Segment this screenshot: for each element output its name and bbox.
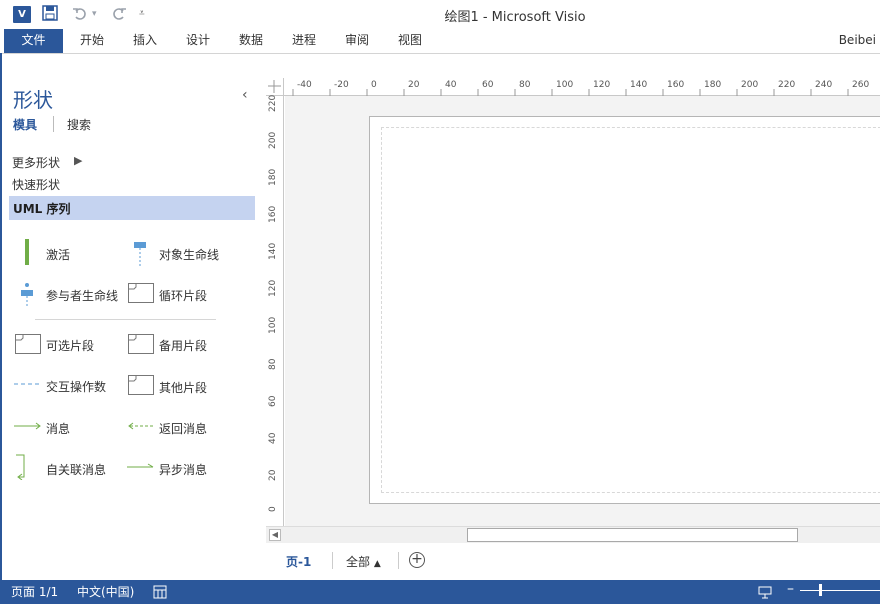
self-message-icon xyxy=(16,454,25,480)
zoom-out-icon[interactable]: – xyxy=(787,581,794,597)
ruler-tick-label: 180 xyxy=(268,168,278,186)
tab-stencils[interactable]: 模具 xyxy=(13,116,37,133)
shapes-pane-title: 形状 xyxy=(13,88,53,112)
ruler-tick-label: 120 xyxy=(268,279,278,297)
all-pages-label: 全部 xyxy=(346,555,371,569)
page-tab-divider xyxy=(398,552,399,569)
shape-label: 备用片段 xyxy=(159,339,208,353)
ruler-tick-label: 220 xyxy=(268,94,278,112)
quick-shapes-item[interactable]: 快速形状 xyxy=(12,176,60,193)
tab-page-1[interactable]: 页-1 xyxy=(286,553,311,570)
shape-divider xyxy=(35,319,216,320)
ruler-ticks xyxy=(292,89,849,96)
ruler-tick-label: 200 xyxy=(268,131,278,149)
alternative-fragment-icon xyxy=(128,334,154,354)
ruler-tick-label: 80 xyxy=(268,358,278,370)
page-indicator[interactable]: 页面 1/1 xyxy=(11,583,58,600)
vertical-ruler: 220 200 180 160 140 120 100 80 60 40 20 … xyxy=(266,94,284,526)
collapse-pane-icon[interactable]: ‹ xyxy=(242,87,248,103)
ruler-tick-label: 160 xyxy=(268,205,278,223)
tab-design[interactable]: 设计 xyxy=(186,29,210,53)
pane-tab-divider xyxy=(53,116,54,132)
activation-icon xyxy=(25,239,29,265)
horizontal-ruler: -40 -20 0 20 40 60 80 100 120 140 160 18… xyxy=(266,78,880,96)
language-indicator[interactable]: 中文(中国) xyxy=(77,583,134,600)
zoom-slider[interactable] xyxy=(800,590,880,591)
ruler-tick-label: 140 xyxy=(268,242,278,260)
tab-process[interactable]: 进程 xyxy=(292,29,316,53)
shape-label: 激活 xyxy=(46,248,71,262)
shape-label: 循环片段 xyxy=(159,289,208,303)
page-tabs-bar: 页-1 全部 ▲ + xyxy=(266,543,880,580)
stencil-uml-sequence[interactable]: UML 序列 xyxy=(9,196,255,220)
tab-file[interactable]: 文件 xyxy=(4,29,63,53)
async-message-icon xyxy=(127,463,154,468)
message-arrow-icon xyxy=(14,422,41,430)
zoom-slider-thumb[interactable] xyxy=(819,584,822,596)
tab-insert[interactable]: 插入 xyxy=(133,29,157,53)
shape-label: 消息 xyxy=(46,422,71,436)
tab-search[interactable]: 搜索 xyxy=(67,116,91,133)
user-name[interactable]: Beibei xyxy=(839,29,876,52)
ribbon-tabs: 文件 开始 插入 设计 数据 进程 审阅 视图 Beibei xyxy=(0,29,880,53)
window-title: 绘图1 - Microsoft Visio xyxy=(444,10,586,25)
drawing-page[interactable] xyxy=(369,116,880,504)
other-fragment-icon xyxy=(128,375,154,395)
page-tab-divider xyxy=(332,552,333,569)
add-page-icon[interactable]: + xyxy=(409,552,425,568)
shape-label: 返回消息 xyxy=(159,422,208,436)
tab-view[interactable]: 视图 xyxy=(398,29,422,53)
title-bar: V ▾ ⩡ 绘图1 - Microsoft Visio xyxy=(0,0,880,29)
macro-icon[interactable] xyxy=(153,585,167,599)
shape-label: 交互操作数 xyxy=(46,380,107,394)
tab-data[interactable]: 数据 xyxy=(239,29,263,53)
object-lifeline-icon xyxy=(134,242,146,266)
shape-label: 异步消息 xyxy=(159,463,208,477)
ruler-tick-label: 20 xyxy=(268,469,278,481)
stencil-label: UML 序列 xyxy=(13,202,71,216)
ruler-tick-label: 100 xyxy=(268,316,278,334)
interaction-operand-icon xyxy=(14,383,42,385)
horizontal-scrollbar[interactable]: ◀ xyxy=(266,526,880,543)
shape-label: 可选片段 xyxy=(46,339,95,353)
ruler-tick-label: 0 xyxy=(268,506,278,512)
presentation-mode-icon[interactable] xyxy=(758,585,772,599)
more-shapes-arrow-icon[interactable]: ▶ xyxy=(74,154,82,167)
status-bar: 页面 1/1 中文(中国) – xyxy=(0,580,880,604)
actor-lifeline-icon xyxy=(21,283,33,306)
shape-label: 对象生命线 xyxy=(159,248,220,262)
shapes-pane: 形状 ‹ 模具 搜索 更多形状 ▶ 快速形状 UML 序列 激活 对象生命线 参… xyxy=(2,54,263,580)
scroll-left-icon[interactable]: ◀ xyxy=(269,529,281,541)
page-margin-guide xyxy=(381,127,880,493)
tab-review[interactable]: 审阅 xyxy=(345,29,369,53)
loop-fragment-icon xyxy=(128,283,154,303)
more-shapes-menu[interactable]: 更多形状 xyxy=(12,154,60,171)
ruler-tick-label: 60 xyxy=(268,395,278,407)
ruler-tick-label: 40 xyxy=(268,432,278,444)
optional-fragment-icon xyxy=(15,334,41,354)
tab-home[interactable]: 开始 xyxy=(80,29,104,53)
shape-label: 自关联消息 xyxy=(46,463,107,477)
return-message-icon xyxy=(128,422,155,430)
shape-label: 其他片段 xyxy=(159,381,208,395)
ruler-corner[interactable] xyxy=(266,78,284,96)
shape-label: 参与者生命线 xyxy=(46,289,119,303)
scrollbar-thumb[interactable] xyxy=(467,528,798,542)
chevron-up-icon: ▲ xyxy=(373,559,381,569)
all-pages-menu[interactable]: 全部 ▲ xyxy=(346,553,381,570)
